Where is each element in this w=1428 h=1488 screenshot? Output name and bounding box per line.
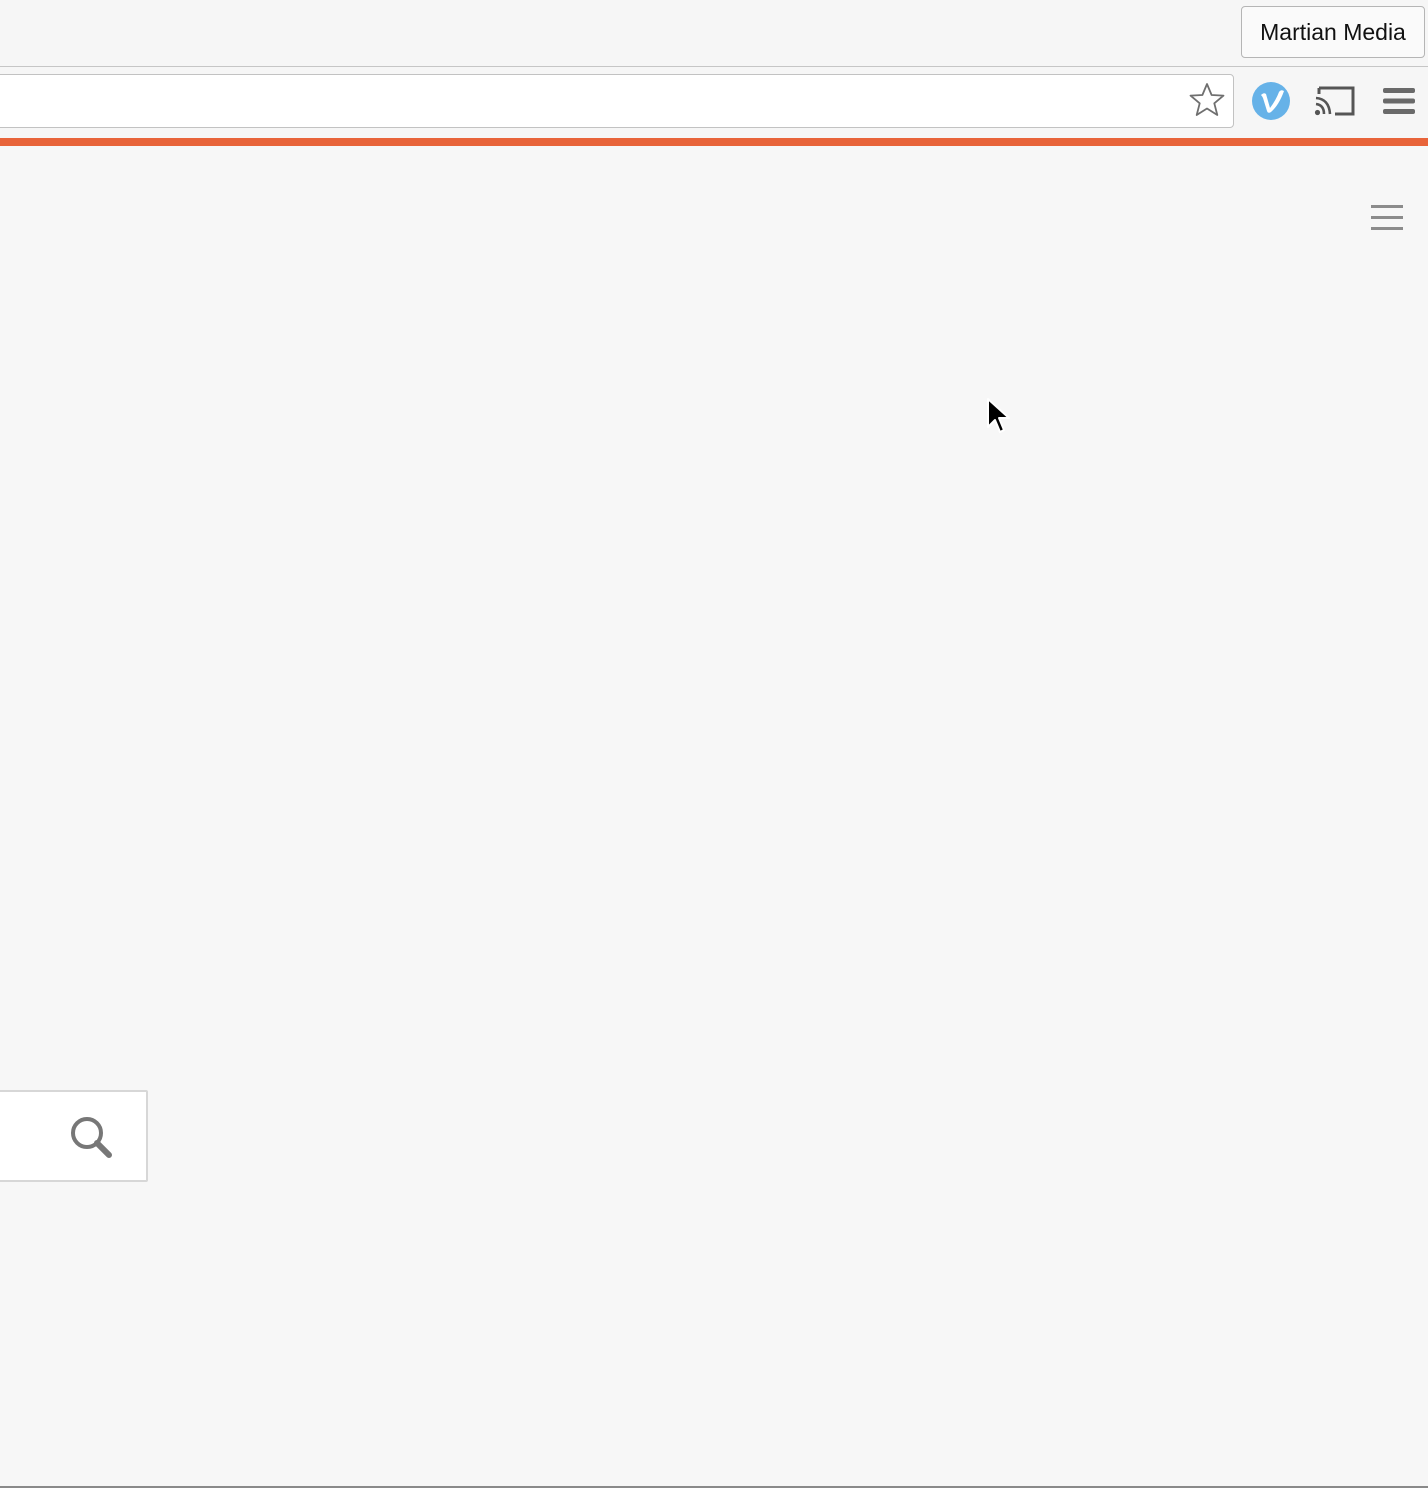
- hamburger-menu-icon[interactable]: [1382, 86, 1416, 116]
- vimeo-extension-icon[interactable]: [1251, 81, 1291, 121]
- tabstrip-divider: [0, 66, 1428, 67]
- browser-chrome: Martian Media: [0, 0, 1428, 138]
- hamburger-menu-icon[interactable]: [1370, 203, 1404, 233]
- cast-icon[interactable]: [1313, 84, 1357, 118]
- cursor-icon: [987, 398, 1010, 433]
- star-icon[interactable]: [1188, 81, 1226, 119]
- search-icon[interactable]: [68, 1114, 114, 1160]
- accent-bar: [0, 138, 1428, 146]
- page-content: [0, 146, 1428, 1486]
- address-bar[interactable]: [0, 74, 1234, 128]
- profile-button[interactable]: Martian Media: [1241, 6, 1425, 58]
